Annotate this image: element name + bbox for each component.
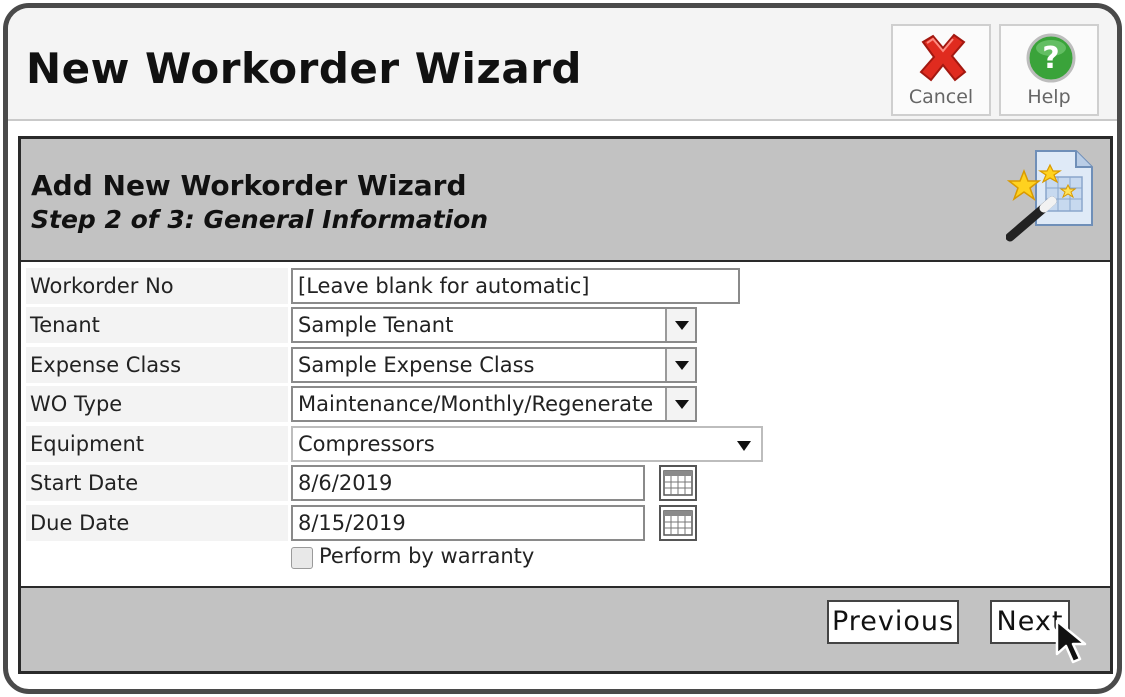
start-date-calendar-button[interactable]	[659, 465, 697, 501]
wizard-header: Add New Workorder Wizard Step 2 of 3: Ge…	[21, 139, 1110, 262]
chevron-down-icon[interactable]	[665, 388, 695, 420]
wo-type-value: Maintenance/Monthly/Regenerate	[298, 392, 654, 416]
calendar-icon	[663, 510, 693, 536]
tenant-label: Tenant	[26, 307, 288, 343]
expense-class-label: Expense Class	[26, 347, 288, 383]
chevron-down-icon[interactable]	[737, 441, 751, 451]
calendar-icon	[663, 470, 693, 496]
tenant-select[interactable]: Sample Tenant	[291, 307, 697, 343]
due-date-input[interactable]: 8/15/2019	[291, 505, 645, 541]
app-window: New Workorder Wizard Cancel ? Help Add N…	[3, 3, 1122, 694]
wo-type-select[interactable]: Maintenance/Monthly/Regenerate	[291, 386, 697, 422]
chevron-down-icon[interactable]	[665, 309, 695, 341]
mouse-cursor-icon	[1055, 619, 1087, 664]
due-date-label: Due Date	[26, 505, 288, 541]
cancel-x-icon	[919, 33, 967, 82]
wizard-panel: Add New Workorder Wizard Step 2 of 3: Ge…	[18, 136, 1113, 674]
warranty-label: Perform by warranty	[319, 544, 535, 568]
wizard-footer: Previous Next	[21, 586, 1110, 671]
title-bar: New Workorder Wizard Cancel ? Help	[8, 8, 1117, 121]
expense-class-select[interactable]: Sample Expense Class	[291, 347, 697, 383]
equipment-select[interactable]: Compressors	[291, 426, 763, 462]
wizard-step: Step 2 of 3: General Information	[31, 205, 489, 234]
help-label: Help	[1027, 86, 1071, 108]
cancel-label: Cancel	[908, 86, 974, 108]
cancel-button[interactable]: Cancel	[891, 24, 991, 116]
wizard-title: Add New Workorder Wizard	[31, 169, 467, 202]
wo-type-label: WO Type	[26, 386, 288, 422]
warranty-checkbox[interactable]	[291, 547, 313, 569]
previous-button[interactable]: Previous	[827, 600, 959, 644]
start-date-label: Start Date	[26, 465, 288, 501]
general-info-form: Workorder No [Leave blank for automatic]…	[21, 264, 1110, 586]
workorder-no-label: Workorder No	[26, 268, 288, 304]
page-title: New Workorder Wizard	[26, 44, 582, 93]
due-date-calendar-button[interactable]	[659, 505, 697, 541]
help-button[interactable]: ? Help	[999, 24, 1099, 116]
wizard-wand-icon	[1006, 150, 1093, 242]
workorder-no-input[interactable]: [Leave blank for automatic]	[291, 268, 740, 304]
equipment-label: Equipment	[26, 426, 288, 462]
expense-class-value: Sample Expense Class	[298, 353, 535, 377]
start-date-input[interactable]: 8/6/2019	[291, 465, 645, 501]
tenant-value: Sample Tenant	[298, 313, 454, 337]
help-question-icon: ?	[1026, 33, 1076, 83]
chevron-down-icon[interactable]	[665, 349, 695, 381]
svg-text:?: ?	[1042, 41, 1059, 76]
equipment-value: Compressors	[298, 432, 435, 456]
